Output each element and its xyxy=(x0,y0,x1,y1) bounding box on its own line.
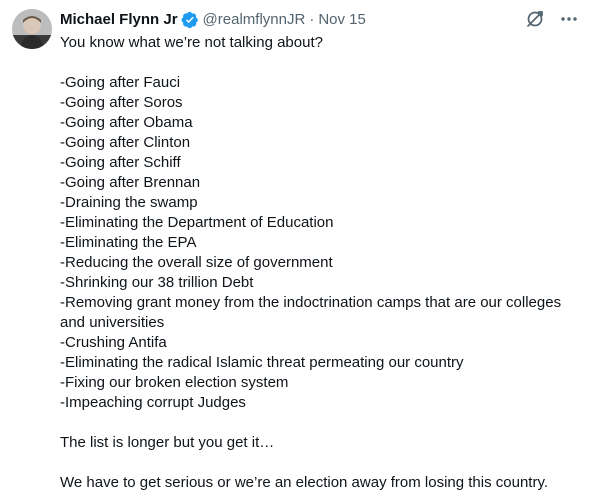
list-item: -Eliminating the Department of Education xyxy=(60,214,334,231)
list-item: -Going after Clinton xyxy=(60,134,191,151)
header-separator: · xyxy=(309,11,315,28)
list-item: -Eliminating the radical Islamic threat … xyxy=(60,354,464,371)
list-item: -Draining the swamp xyxy=(60,194,198,211)
tweet-body: You know what we’re not talking about? -… xyxy=(60,33,580,493)
list-item: -Going after Fauci xyxy=(60,74,181,91)
avatar[interactable] xyxy=(12,9,52,49)
list-item: -Removing grant money from the indoctrin… xyxy=(60,294,562,331)
list-item: -Going after Soros xyxy=(60,94,183,111)
list-item: -Reducing the overall size of government xyxy=(60,254,333,271)
tweet-header: Michael Flynn Jr @realmflynnJR · Nov 15 xyxy=(60,9,366,31)
list-item: -Fixing our broken election system xyxy=(60,374,289,391)
tweet-date[interactable]: Nov 15 xyxy=(318,10,366,30)
profile-photo-icon xyxy=(12,9,52,49)
tweet-closing-2: We have to get serious or we’re an elect… xyxy=(60,474,549,491)
grok-icon[interactable] xyxy=(525,9,545,29)
list-item: -Shrinking our 38 trillion Debt xyxy=(60,274,254,291)
tweet: Michael Flynn Jr @realmflynnJR · Nov 15 xyxy=(0,0,591,501)
list-item: -Eliminating the EPA xyxy=(60,234,197,251)
author-handle[interactable]: @realmflynnJR xyxy=(203,10,306,30)
author-name[interactable]: Michael Flynn Jr xyxy=(60,10,178,30)
tweet-actions xyxy=(525,9,579,29)
verified-badge-icon[interactable] xyxy=(181,11,199,29)
tweet-closing-1: The list is longer but you get it… xyxy=(60,434,275,451)
tweet-intro: You know what we’re not talking about? xyxy=(60,34,323,51)
list-item: -Going after Obama xyxy=(60,114,193,131)
list-item: -Going after Brennan xyxy=(60,174,201,191)
more-icon[interactable] xyxy=(559,9,579,29)
list-item: -Impeaching corrupt Judges xyxy=(60,394,246,411)
list-item: -Going after Schiff xyxy=(60,154,181,171)
list-item: -Crushing Antifa xyxy=(60,334,167,351)
